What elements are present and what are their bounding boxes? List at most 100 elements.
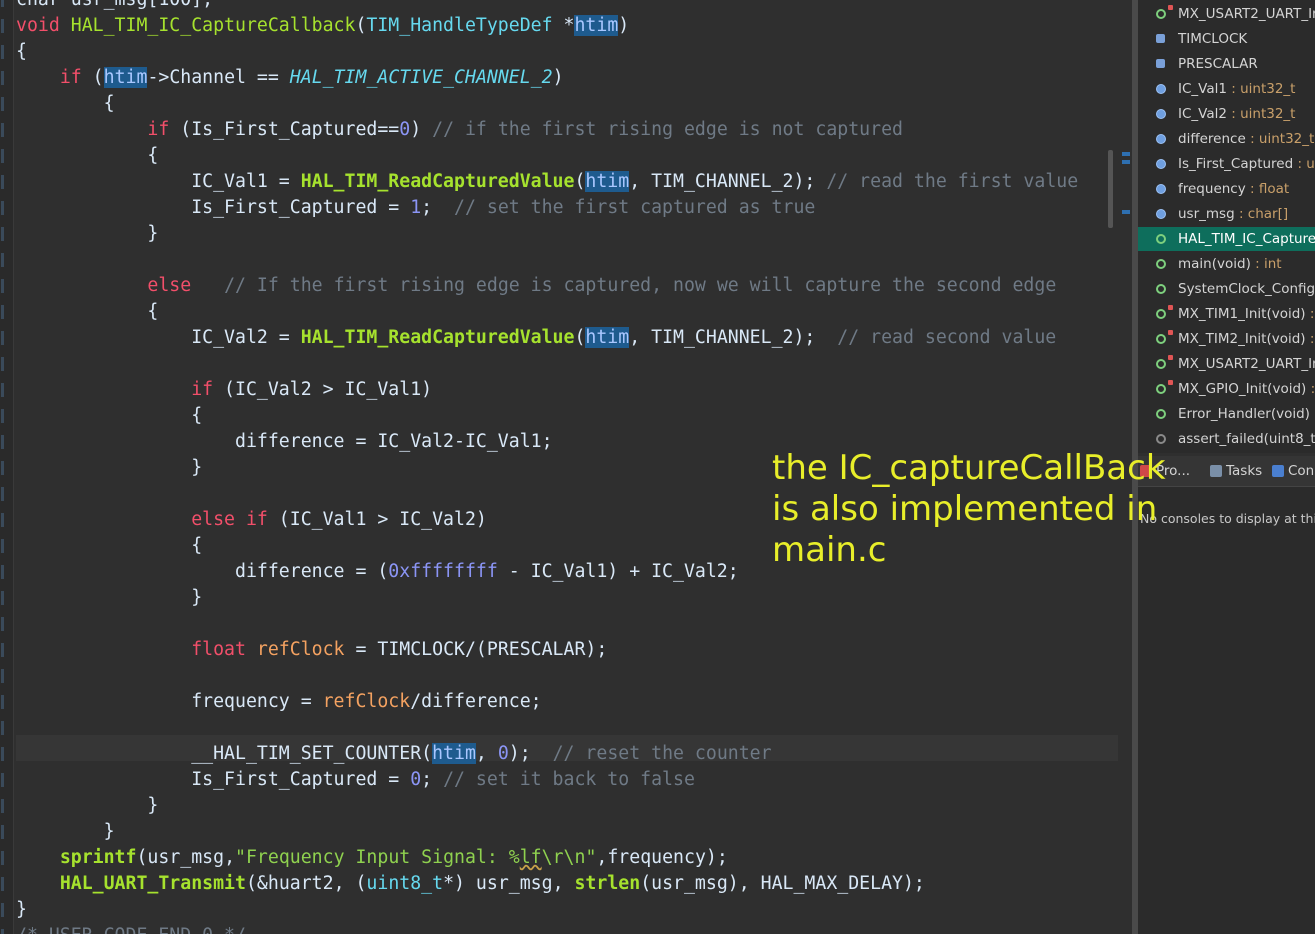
code-token: 1 [410, 197, 422, 218]
code-token: { [16, 405, 203, 426]
outline-item[interactable]: PRESCALAR [1138, 52, 1315, 76]
outline-item[interactable]: MX_TIM2_Init(void) : v [1138, 327, 1315, 351]
gutter-marker [1, 175, 4, 189]
outline-item[interactable]: MX_GPIO_Init(void) : v [1138, 377, 1315, 401]
code-line[interactable]: frequency = refClock/difference; [16, 689, 541, 715]
code-line[interactable]: HAL_UART_Transmit(&huart2, (uint8_t*) us… [16, 871, 925, 897]
code-token: { [16, 535, 203, 556]
tab-con[interactable]: Con [1272, 456, 1314, 486]
overview-ruler-mark[interactable] [1122, 152, 1130, 156]
outline-item[interactable]: MX_USART2_UART_Init [1138, 2, 1315, 26]
code-line[interactable]: } [16, 819, 115, 845]
code-line[interactable]: { [16, 403, 202, 429]
code-line[interactable]: /* USER CODE END 0 */ [16, 923, 246, 934]
outline-item-name: IC_Val1 [1178, 81, 1227, 97]
code-token: HAL_UART_Transmit [59, 873, 246, 894]
outline-item-name: MX_TIM1_Init(void) [1178, 306, 1306, 322]
code-token: ; [421, 769, 444, 790]
code-line[interactable]: { [16, 39, 27, 65]
outline-item[interactable]: Is_First_Captured : uin [1138, 152, 1315, 176]
outline-item[interactable]: MX_TIM1_Init(void) : v [1138, 302, 1315, 326]
overview-ruler-mark[interactable] [1122, 160, 1130, 164]
code-line[interactable]: } [16, 221, 158, 247]
gutter-marker [1, 305, 4, 319]
tab-label: Tasks [1226, 463, 1263, 479]
code-token: { [16, 301, 159, 322]
code-token: IC_Val2 = [16, 327, 301, 348]
code-line[interactable]: difference = IC_Val2-IC_Val1; [16, 429, 553, 455]
code-token: refClock [256, 639, 345, 660]
code-line[interactable]: __HAL_TIM_SET_COUNTER(htim, 0); // reset… [16, 741, 772, 767]
code-token: = TIMCLOCK/(PRESCALAR); [344, 639, 608, 660]
code-line[interactable]: if (Is_First_Captured==0) // if the firs… [16, 117, 903, 143]
outline-item[interactable]: IC_Val1 : uint32_t [1138, 77, 1315, 101]
code-line[interactable]: IC_Val1 = HAL_TIM_ReadCapturedValue(htim… [16, 169, 1078, 195]
editor-scrollbar[interactable] [1108, 150, 1113, 228]
function-icon [1156, 309, 1166, 319]
code-line[interactable]: } [16, 793, 158, 819]
code-token: // If the first rising edge is captured,… [224, 275, 1057, 296]
code-line[interactable]: if (htim->Channel == HAL_TIM_ACTIVE_CHAN… [16, 65, 564, 91]
outline-item[interactable]: TIMCLOCK [1138, 27, 1315, 51]
code-line[interactable]: difference = (0xffffffff - IC_Val1) + IC… [16, 559, 739, 585]
code-line[interactable]: { [16, 533, 202, 559]
code-token: HAL_TIM_ReadCapturedValue [300, 171, 575, 192]
code-line[interactable]: char usr_msg[100]; [16, 0, 213, 13]
outline-item-label: MX_USART2_UART_Ini [1178, 352, 1315, 376]
outline-item[interactable]: HAL_TIM_IC_CaptureC [1138, 227, 1315, 251]
gutter-marker [1, 409, 4, 423]
code-line[interactable]: { [16, 299, 158, 325]
outline-item[interactable]: frequency : float [1138, 177, 1315, 201]
code-token: ) [552, 67, 564, 88]
code-token: uint8_t [366, 873, 444, 894]
code-token: difference = ( [16, 561, 389, 582]
function-icon [1156, 259, 1166, 269]
code-line[interactable]: { [16, 91, 115, 117]
gutter-marker [1, 149, 4, 163]
code-token: // set it back to false [443, 769, 695, 790]
outline-item-label: PRESCALAR [1178, 52, 1258, 76]
code-line[interactable]: float refClock = TIMCLOCK/(PRESCALAR); [16, 637, 607, 663]
outline-item-label: Is_First_Captured : uin [1178, 152, 1315, 176]
function-icon [1156, 234, 1166, 244]
code-line[interactable]: } [16, 455, 202, 481]
code-line[interactable]: else if (IC_Val1 > IC_Val2) [16, 507, 487, 533]
outline-item-type: : v [1309, 306, 1315, 322]
gutter-marker [1, 903, 4, 917]
gutter-marker [1, 565, 4, 579]
overview-ruler-mark[interactable] [1122, 210, 1130, 214]
code-line[interactable]: { [16, 143, 158, 169]
outline-item-label: HAL_TIM_IC_CaptureC [1178, 227, 1315, 251]
outline-item[interactable]: Error_Handler(void) : v [1138, 402, 1315, 426]
code-token: { [16, 145, 159, 166]
code-line[interactable]: Is_First_Captured = 0; // set it back to… [16, 767, 695, 793]
gutter-marker [1, 435, 4, 449]
gutter-marker [1, 0, 4, 7]
gutter-marker [1, 643, 4, 657]
outline-item[interactable]: difference : uint32_t [1138, 127, 1315, 151]
code-token: void [16, 15, 71, 36]
code-token: else if [191, 509, 268, 530]
code-line[interactable]: IC_Val2 = HAL_TIM_ReadCapturedValue(htim… [16, 325, 1056, 351]
code-line[interactable]: } [16, 897, 27, 923]
outline-item[interactable]: MX_USART2_UART_Ini [1138, 352, 1315, 376]
outline-item[interactable]: SystemClock_Config(vo [1138, 277, 1315, 301]
code-line[interactable]: sprintf(usr_msg,"Frequency Input Signal:… [16, 845, 728, 871]
code-line[interactable]: void HAL_TIM_IC_CaptureCallback(TIM_Hand… [16, 13, 629, 39]
gutter-marker [1, 539, 4, 553]
outline-item-label: frequency : float [1178, 177, 1289, 201]
gutter-marker [1, 513, 4, 527]
gutter-marker [1, 357, 4, 371]
outline-view[interactable]: MX_USART2_UART_Init TIMCLOCK PRESCALAR IC_V… [1138, 0, 1315, 453]
code-token: if [147, 119, 170, 140]
code-line[interactable]: if (IC_Val2 > IC_Val1) [16, 377, 432, 403]
private-badge-icon [1168, 305, 1173, 310]
outline-item[interactable]: IC_Val2 : uint32_t [1138, 102, 1315, 126]
outline-item[interactable]: main(void) : int [1138, 252, 1315, 276]
code-line[interactable]: else // If the first rising edge is capt… [16, 273, 1056, 299]
outline-item[interactable]: usr_msg : char[] [1138, 202, 1315, 226]
code-token: Is_First_Captured = [16, 197, 411, 218]
tab-tasks[interactable]: Tasks [1210, 456, 1262, 486]
code-line[interactable]: Is_First_Captured = 1; // set the first … [16, 195, 815, 221]
code-line[interactable]: } [16, 585, 202, 611]
